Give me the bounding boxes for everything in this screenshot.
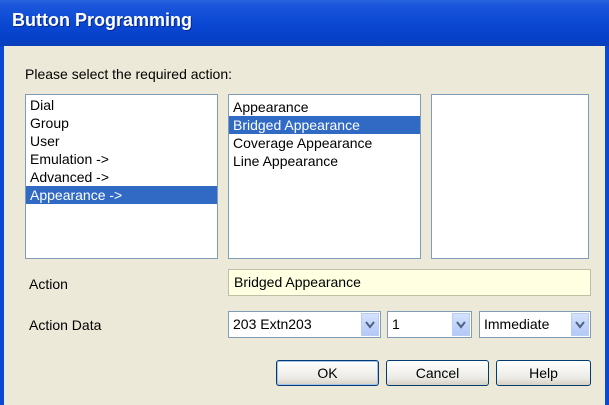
ring-mode-combo[interactable]: Immediate	[479, 311, 591, 338]
chevron-down-icon[interactable]	[571, 313, 589, 336]
ring-mode-combo-value: Immediate	[484, 316, 550, 332]
action-value-field: Bridged Appearance	[228, 269, 591, 296]
sub-action-list[interactable]	[431, 94, 589, 259]
list-item-appearance-selected[interactable]: Appearance ->	[26, 186, 217, 204]
chevron-down-icon[interactable]	[361, 313, 379, 336]
list-item-emulation[interactable]: Emulation ->	[26, 150, 217, 168]
list-item-coverage-appearance[interactable]: Coverage Appearance	[229, 134, 420, 152]
cancel-button[interactable]: Cancel	[386, 360, 489, 386]
action-label: Action	[29, 276, 68, 292]
chevron-down-icon[interactable]	[452, 313, 470, 336]
list-item-user[interactable]: User	[26, 132, 217, 150]
list-item-appearance[interactable]: Appearance	[229, 98, 420, 116]
window-title: Button Programming	[12, 10, 192, 30]
list-item-line-appearance[interactable]: Line Appearance	[229, 152, 420, 170]
action-category-list[interactable]: Dial Group User Emulation -> Advanced ->…	[25, 94, 218, 259]
line-number-combo-value: 1	[392, 316, 400, 332]
extension-combo-value: 203 Extn203	[233, 316, 312, 332]
help-button[interactable]: Help	[496, 360, 591, 386]
line-number-combo[interactable]: 1	[387, 311, 472, 338]
select-action-prompt: Please select the required action:	[25, 66, 233, 82]
extension-combo[interactable]: 203 Extn203	[228, 311, 381, 338]
list-item-advanced[interactable]: Advanced ->	[26, 168, 217, 186]
title-bar[interactable]: Button Programming	[0, 0, 609, 46]
list-item-group[interactable]: Group	[26, 114, 217, 132]
window-frame-left	[0, 46, 4, 405]
button-programming-dialog: Button Programming Please select the req…	[0, 0, 609, 405]
window-frame-right	[605, 46, 609, 405]
list-item-bridged-appearance-selected[interactable]: Bridged Appearance	[229, 116, 420, 134]
appearance-type-list[interactable]: Appearance Bridged Appearance Coverage A…	[228, 94, 421, 259]
ok-button[interactable]: OK	[276, 360, 379, 386]
list-item-dial[interactable]: Dial	[26, 96, 217, 114]
action-data-label: Action Data	[29, 317, 102, 333]
